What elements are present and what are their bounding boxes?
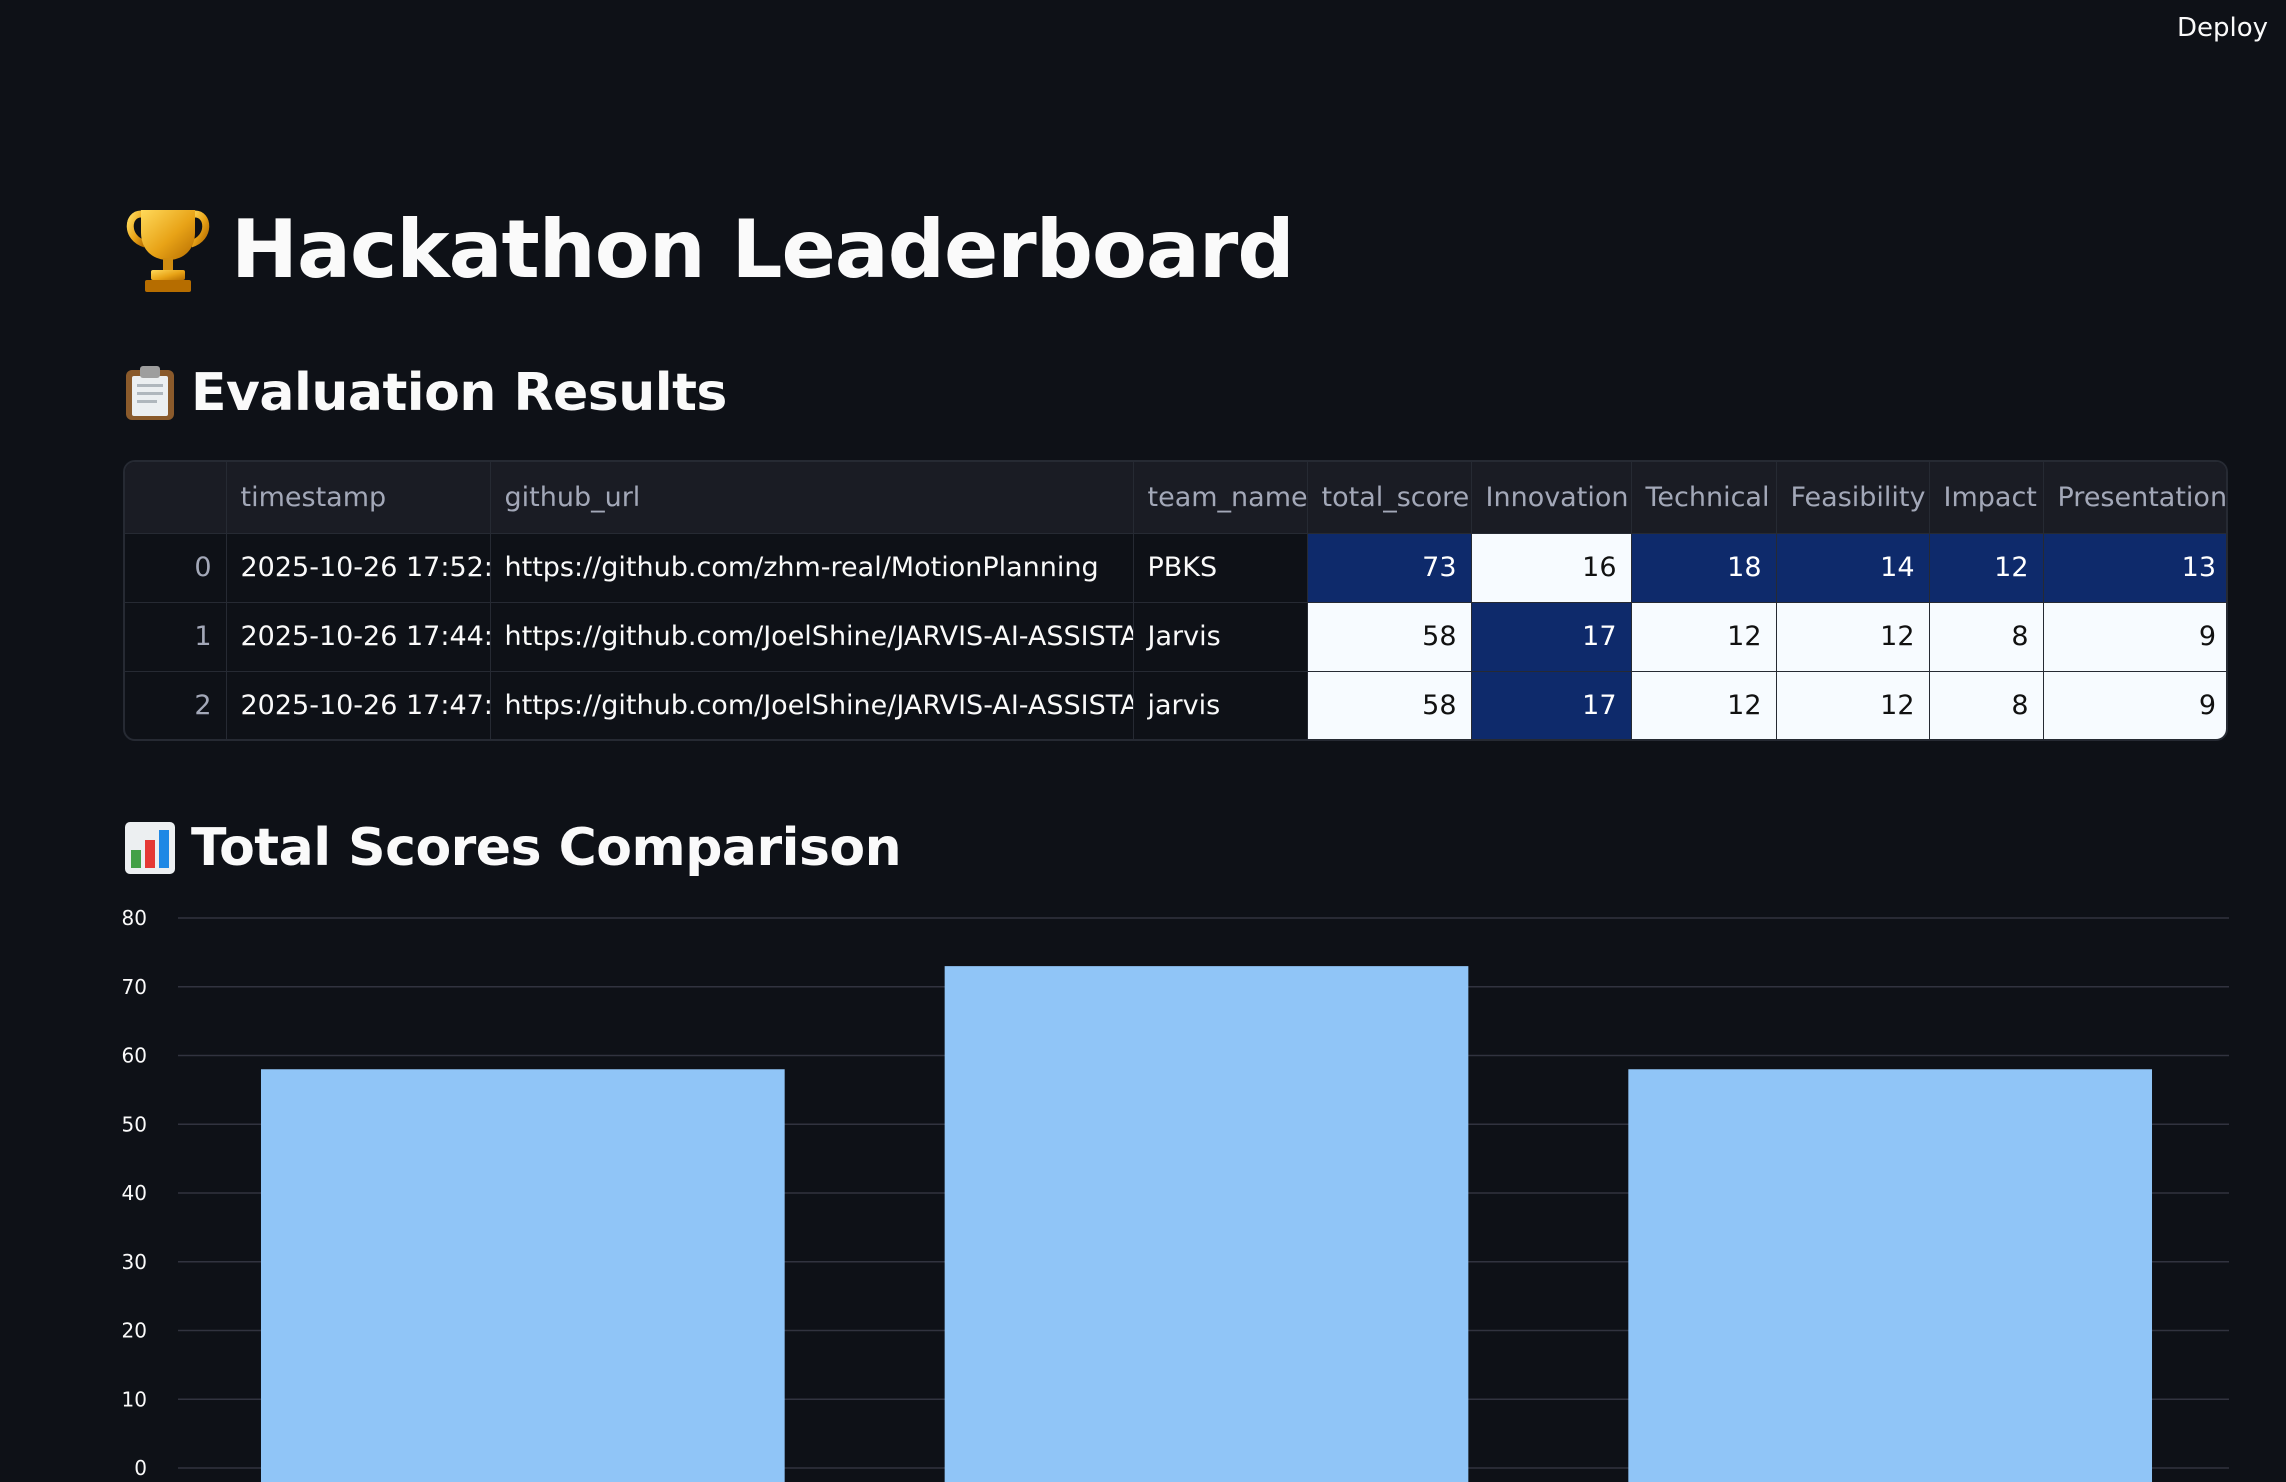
github-url-cell[interactable]: https://github.com/zhm-real/MotionPlanni… [490,533,1134,603]
bar-chart-icon [123,820,177,876]
presentation-cell[interactable]: 13 [2043,533,2226,603]
y-tick-label: 0 [134,1456,147,1480]
bar-chart-svg[interactable]: 0 10 20 30 40 50 60 70 80 [0,900,2286,1482]
total-scores-chart[interactable]: 0 10 20 30 40 50 60 70 80 [0,900,2286,1482]
evaluation-results-heading: Evaluation Results [123,358,727,428]
column-header-impact[interactable]: Impact [1929,462,2044,534]
results-table[interactable]: timestamp github_url team_name total_sco… [123,460,2228,741]
total-scores-heading: Total Scores Comparison [123,813,902,883]
github-url-cell[interactable]: https://github.com/JoelShine/JARVIS-AI-A… [490,671,1134,739]
column-header-technical[interactable]: Technical [1631,462,1777,534]
row-index-cell[interactable]: 1 [125,602,227,672]
column-header-total-score[interactable]: total_score [1307,462,1472,534]
column-header-presentation[interactable]: Presentation [2043,462,2226,534]
total-scores-heading-text: Total Scores Comparison [191,818,902,878]
row-index-cell[interactable]: 2 [125,671,227,739]
table-row[interactable]: 0 2025-10-26 17:52:38 https://github.com… [125,533,2226,603]
impact-cell[interactable]: 12 [1929,533,2044,603]
bar-PBKS[interactable] [944,966,1469,1482]
bar-Jarvis[interactable] [260,1069,785,1482]
column-header-feasibility[interactable]: Feasibility [1776,462,1930,534]
column-header-team-name[interactable]: team_name [1133,462,1308,534]
feasibility-cell[interactable]: 12 [1776,671,1930,739]
evaluation-results-heading-text: Evaluation Results [191,363,727,423]
y-tick-label: 20 [122,1319,147,1343]
team-name-cell[interactable]: PBKS [1133,533,1308,603]
column-header-innovation[interactable]: Innovation [1471,462,1632,534]
table-row[interactable]: 2 2025-10-26 17:47:01 https://github.com… [125,671,2226,739]
team-name-cell[interactable]: jarvis [1133,671,1308,739]
team-name-cell[interactable]: Jarvis [1133,602,1308,672]
table-header-row: timestamp github_url team_name total_sco… [125,462,2226,534]
impact-cell[interactable]: 8 [1929,602,2044,672]
timestamp-cell[interactable]: 2025-10-26 17:52:38 [226,533,491,603]
presentation-cell[interactable]: 9 [2043,671,2226,739]
row-index-cell[interactable]: 0 [125,533,227,603]
timestamp-cell[interactable]: 2025-10-26 17:44:48 [226,602,491,672]
total-score-cell[interactable]: 58 [1307,671,1472,739]
technical-cell[interactable]: 12 [1631,671,1777,739]
y-tick-label: 70 [122,975,147,999]
innovation-cell[interactable]: 17 [1471,671,1632,739]
trophy-icon [123,204,213,296]
feasibility-cell[interactable]: 14 [1776,533,1930,603]
app-header: Deploy [0,0,2286,90]
page-title-text: Hackathon Leaderboard [231,203,1295,296]
y-tick-label: 10 [122,1387,147,1411]
feasibility-cell[interactable]: 12 [1776,602,1930,672]
total-score-cell[interactable]: 73 [1307,533,1472,603]
github-url-cell[interactable]: https://github.com/JoelShine/JARVIS-AI-A… [490,602,1134,672]
page-title: Hackathon Leaderboard [123,195,1295,305]
presentation-cell[interactable]: 9 [2043,602,2226,672]
y-tick-label: 50 [122,1112,147,1136]
column-header-timestamp[interactable]: timestamp [226,462,491,534]
y-tick-label: 60 [122,1044,147,1068]
table-row[interactable]: 1 2025-10-26 17:44:48 https://github.com… [125,602,2226,672]
total-score-cell[interactable]: 58 [1307,602,1472,672]
y-tick-label: 80 [122,906,147,930]
innovation-cell[interactable]: 17 [1471,602,1632,672]
timestamp-cell[interactable]: 2025-10-26 17:47:01 [226,671,491,739]
deploy-button[interactable]: Deploy [2171,8,2274,48]
impact-cell[interactable]: 8 [1929,671,2044,739]
column-header-index[interactable] [125,462,227,534]
technical-cell[interactable]: 12 [1631,602,1777,672]
innovation-cell[interactable]: 16 [1471,533,1632,603]
column-header-github-url[interactable]: github_url [490,462,1134,534]
technical-cell[interactable]: 18 [1631,533,1777,603]
clipboard-icon [123,364,177,422]
bar-jarvis[interactable] [1628,1069,2153,1482]
y-tick-label: 40 [122,1181,147,1205]
y-tick-label: 30 [122,1250,147,1274]
